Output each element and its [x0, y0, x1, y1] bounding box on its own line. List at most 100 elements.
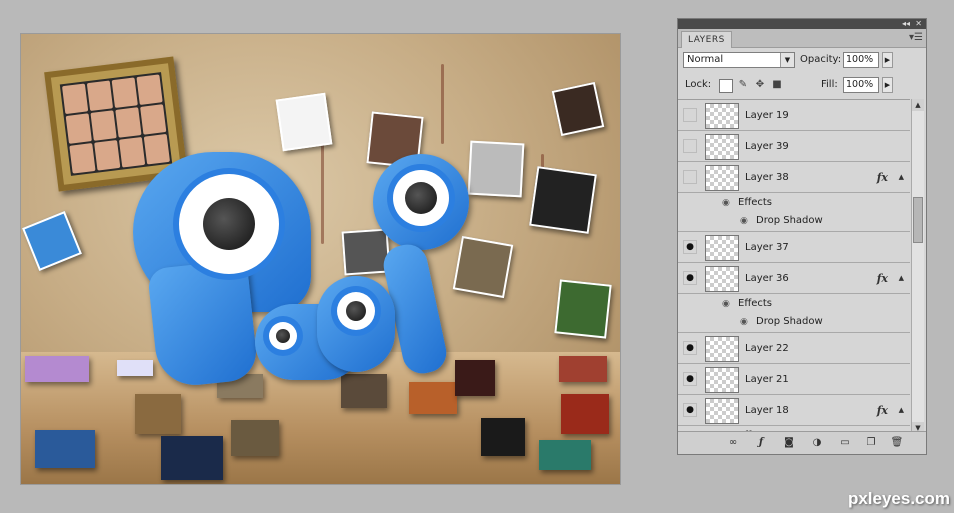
photo-thumbnail	[554, 279, 612, 339]
trash-icon[interactable]: 🗑	[890, 436, 904, 450]
layer-thumbnail	[705, 165, 739, 191]
blend-mode-select[interactable]: Normal ▼	[683, 52, 795, 68]
effect-row[interactable]: ◉ Drop Shadow	[678, 312, 910, 333]
layer-row[interactable]: ● Layer 36 fx ▲	[678, 263, 910, 294]
layer-name: Layer 38	[745, 172, 789, 183]
visibility-toggle[interactable]	[683, 108, 697, 122]
fx-icon[interactable]: fx	[877, 162, 888, 193]
opacity-label: Opacity:	[800, 54, 842, 65]
panel-menu-icon[interactable]: ▾☰	[909, 32, 923, 43]
layer-row[interactable]: ● Layer 18 fx ▲	[678, 395, 910, 426]
add-mask-icon[interactable]: ◙	[782, 436, 796, 450]
effects-label: Effects	[738, 298, 772, 309]
expand-triangle-icon[interactable]: ▲	[899, 395, 904, 426]
adjustment-layer-icon[interactable]: ◑	[810, 436, 824, 450]
eye-icon[interactable]: ◉	[722, 294, 730, 314]
layer-row[interactable]: ● Layer 21	[678, 364, 910, 395]
eye-icon[interactable]: ●	[683, 403, 697, 417]
new-group-folder-icon[interactable]: ▭	[838, 436, 852, 450]
layer-name: Layer 18	[745, 405, 789, 416]
visibility-toggle[interactable]	[683, 170, 697, 184]
layer-thumbnail	[705, 367, 739, 393]
link-layers-icon[interactable]: ∞	[726, 436, 740, 450]
layer-thumbnail	[705, 266, 739, 292]
effect-name: Drop Shadow	[756, 316, 823, 327]
eye	[337, 292, 375, 330]
lock-label: Lock:	[685, 79, 712, 90]
layer-name: Layer 37	[745, 242, 789, 253]
layers-panel: ◂◂ ✕ LAYERS ▾☰ Normal ▼ Opacity: 100% ▶ …	[677, 18, 927, 455]
photo-thumbnail	[452, 235, 514, 299]
layer-row[interactable]: Layer 38 fx ▲	[678, 162, 910, 193]
layer-thumbnail	[705, 336, 739, 362]
close-icon[interactable]: ✕	[915, 19, 922, 29]
layer-name: Layer 36	[745, 273, 789, 284]
add-layer-style-icon[interactable]: ƒ	[754, 436, 768, 450]
photo-thumbnail	[551, 81, 605, 137]
layer-row[interactable]: Layer 19	[678, 100, 910, 131]
photo-thumbnail	[409, 382, 457, 414]
layer-row[interactable]: ● Layer 22	[678, 333, 910, 364]
eye	[269, 322, 297, 350]
big-eye	[179, 174, 279, 274]
layer-name: Layer 22	[745, 343, 789, 354]
eye-icon[interactable]: ●	[683, 240, 697, 254]
effects-row[interactable]: ◉ Effects	[678, 294, 910, 314]
eye-icon[interactable]: ●	[683, 341, 697, 355]
fill-field[interactable]: 100%	[843, 77, 879, 93]
layers-list: Layer 19 Layer 39 Layer 38 fx ▲ ◉ Effect…	[678, 99, 910, 435]
lock-position-move-icon[interactable]: ✥	[754, 79, 766, 91]
effect-name: Drop Shadow	[756, 215, 823, 226]
effects-row[interactable]: ◉ Effects	[678, 193, 910, 213]
layer-thumbnail	[705, 398, 739, 424]
panel-titlebar[interactable]: ◂◂ ✕	[678, 19, 926, 29]
lock-image-brush-icon[interactable]: ✎	[737, 79, 749, 91]
opacity-arrow-button[interactable]: ▶	[882, 52, 893, 68]
photo-thumbnail	[341, 374, 387, 408]
layer-name: Layer 39	[745, 141, 789, 152]
opacity-field[interactable]: 100%	[843, 52, 879, 68]
fx-icon[interactable]: fx	[877, 395, 888, 426]
tab-layers[interactable]: LAYERS	[681, 31, 732, 48]
visibility-toggle[interactable]	[683, 139, 697, 153]
eye-icon[interactable]: ◉	[722, 193, 730, 213]
photo-thumbnail	[22, 211, 82, 271]
effects-label: Effects	[738, 197, 772, 208]
fill-arrow-button[interactable]: ▶	[882, 77, 893, 93]
photo-thumbnail	[559, 356, 607, 382]
layer-thumbnail	[705, 235, 739, 261]
eye-icon[interactable]: ●	[683, 271, 697, 285]
panel-tab-row: LAYERS ▾☰	[678, 29, 926, 48]
layer-thumbnail	[705, 134, 739, 160]
photo-thumbnail	[135, 394, 181, 434]
scroll-thumb[interactable]	[913, 197, 923, 243]
scroll-up-icon[interactable]: ▲	[912, 99, 924, 111]
eye-icon[interactable]: ◉	[740, 312, 748, 332]
blend-mode-value: Normal	[687, 54, 724, 65]
layer-name: Layer 21	[745, 374, 789, 385]
eye	[393, 170, 449, 226]
lock-transparent-icon[interactable]	[719, 79, 733, 93]
lock-all-padlock-icon[interactable]: ■	[771, 79, 783, 91]
eye-icon[interactable]: ◉	[740, 211, 748, 231]
effect-row[interactable]: ◉ Drop Shadow	[678, 211, 910, 232]
artwork-canvas	[21, 34, 620, 484]
photo-thumbnail	[25, 356, 89, 382]
new-layer-icon[interactable]: ❐	[864, 436, 878, 450]
layer-row[interactable]: Layer 39	[678, 131, 910, 162]
paint-streak	[321, 134, 324, 244]
blend-opacity-row: Normal ▼ Opacity: 100% ▶	[683, 52, 921, 70]
eye-icon[interactable]: ●	[683, 372, 697, 386]
expand-triangle-icon[interactable]: ▲	[899, 162, 904, 193]
layers-scrollbar[interactable]: ▲ ▼	[911, 99, 924, 434]
expand-triangle-icon[interactable]: ▲	[899, 263, 904, 294]
fx-icon[interactable]: fx	[877, 263, 888, 294]
layer-row[interactable]: ● Layer 37	[678, 232, 910, 263]
fill-label: Fill:	[821, 79, 838, 90]
photo-thumbnail	[231, 420, 279, 456]
lock-fill-row: Lock: ✎ ✥ ■ Fill: 100% ▶	[683, 77, 921, 95]
photo-thumbnail	[539, 440, 591, 470]
paint-streak	[441, 64, 444, 144]
collapse-icon[interactable]: ◂◂	[902, 19, 910, 29]
photo-thumbnail	[275, 92, 333, 152]
